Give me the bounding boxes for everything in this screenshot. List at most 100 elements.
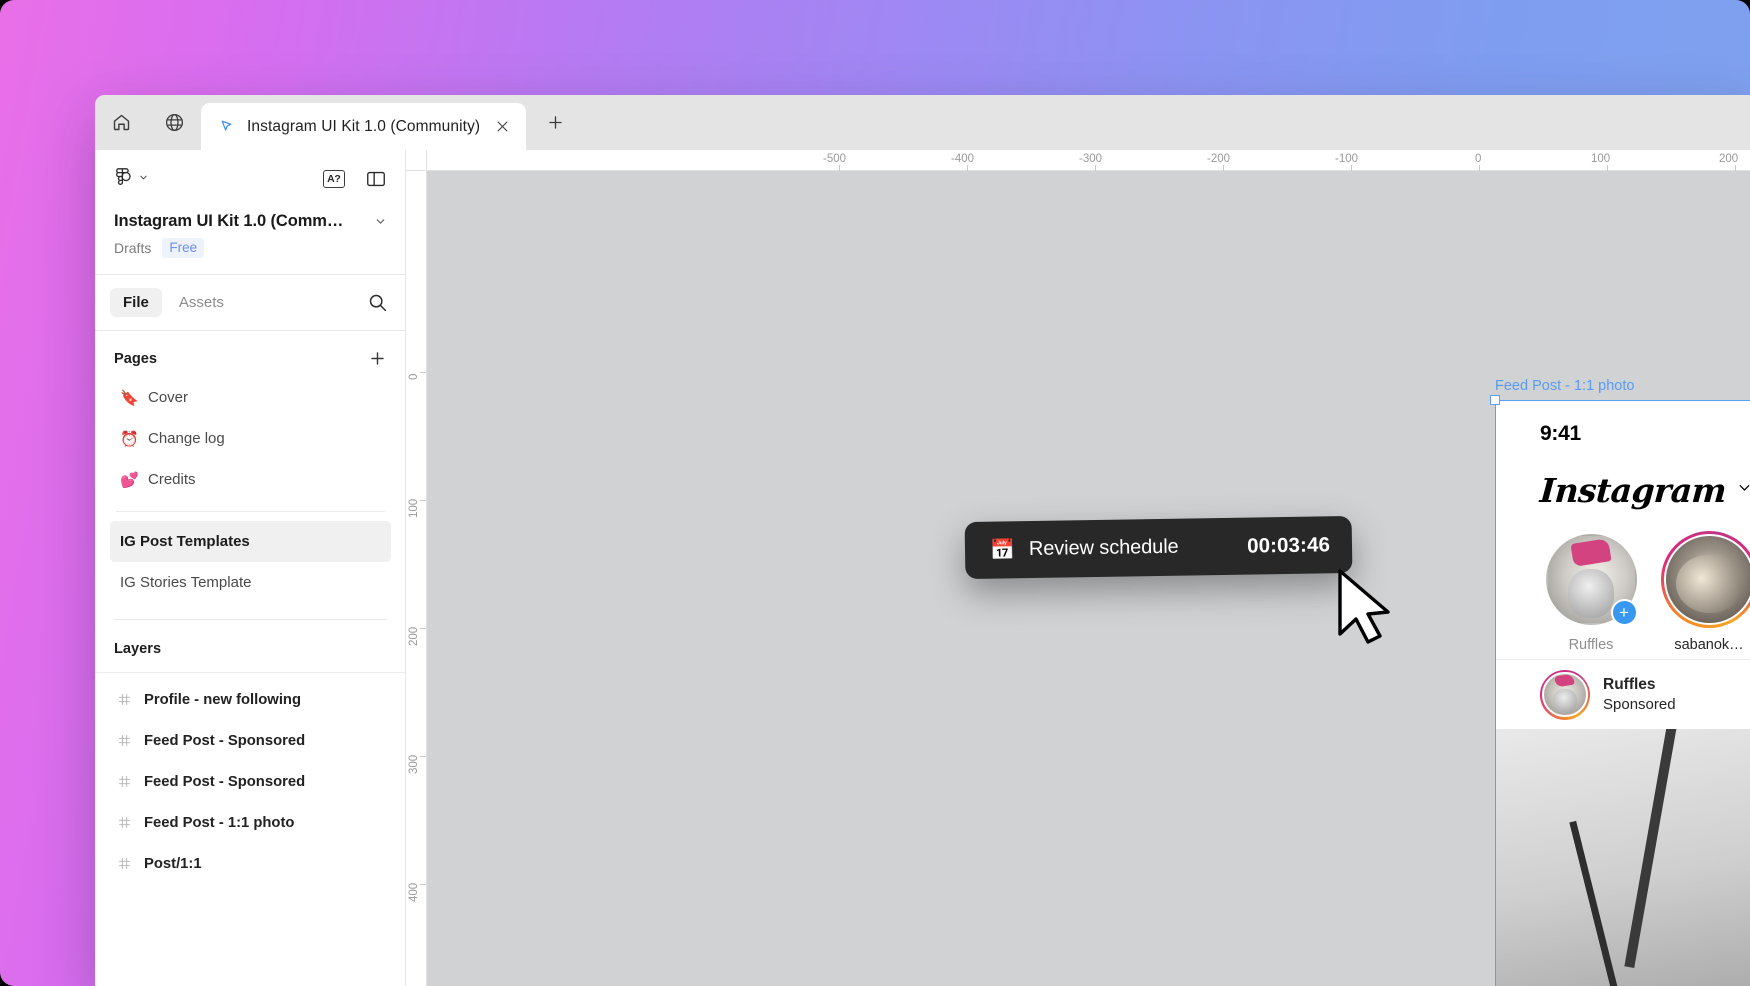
page-label: Credits — [148, 471, 196, 488]
post-subtitle: Sponsored — [1603, 696, 1676, 713]
ruler-tick — [420, 500, 426, 501]
toast-notification[interactable]: 📅 Review schedule 00:03:46 — [964, 515, 1353, 580]
browser-tab[interactable]: Instagram UI Kit 1.0 (Community) — [201, 103, 527, 150]
phone-status-bar: 9:41 — [1496, 401, 1750, 459]
figma-logo-icon — [114, 164, 131, 194]
page-item-cover[interactable]: 🔖 Cover — [110, 377, 391, 418]
page-label: Cover — [148, 389, 189, 406]
tab-assets[interactable]: Assets — [166, 288, 237, 317]
story-item[interactable]: sabanok… — [1658, 531, 1750, 653]
close-icon[interactable] — [491, 116, 513, 138]
page-item-ig-post-templates[interactable]: IG Post Templates — [110, 521, 391, 562]
ruler-tick-label: 100 — [408, 498, 420, 518]
sidebar-toolbar: A? — [95, 150, 405, 208]
layer-label: Feed Post - Sponsored — [144, 773, 306, 790]
ruler-tick-label: 200 — [1719, 153, 1739, 165]
chevron-down-icon[interactable] — [1736, 479, 1750, 501]
page-item-credits[interactable]: 💕 Credits — [110, 459, 391, 500]
layer-label: Feed Post - Sponsored — [144, 732, 306, 749]
status-time: 9:41 — [1540, 422, 1581, 445]
canvas[interactable]: Feed Post - 1:1 photo 9:41 Instagram + R… — [406, 150, 1750, 986]
ruler-tick — [1479, 165, 1480, 171]
story-item[interactable]: + Ruffles — [1540, 531, 1642, 653]
story-username: Ruffles — [1568, 637, 1614, 653]
horizontal-ruler[interactable]: -500-400-300-200-1000100200300 — [406, 150, 1750, 171]
pages-list: 🔖 Cover ⏰ Change log 💕 Credits IG Post T… — [110, 377, 391, 603]
plus-icon — [546, 113, 565, 137]
toast-label: Review schedule — [1028, 535, 1179, 561]
frame-icon — [118, 734, 131, 747]
alarm-clock-icon: ⏰ — [120, 430, 139, 448]
ruler-tick — [420, 884, 426, 885]
post-photo[interactable] — [1496, 729, 1750, 986]
layer-row[interactable]: Feed Post - Sponsored — [109, 761, 395, 802]
add-story-icon[interactable]: + — [1610, 599, 1638, 626]
ruler-tick — [839, 165, 840, 171]
tab-title: Instagram UI Kit 1.0 (Community) — [247, 117, 481, 135]
layer-label: Post/1:1 — [144, 855, 202, 872]
ruler-tick — [1095, 165, 1096, 171]
frame-icon — [118, 693, 131, 706]
ruler-tick — [420, 628, 426, 629]
hearts-icon: 💕 — [120, 471, 139, 489]
ruler-tick — [1607, 165, 1608, 171]
ruler-tick — [1351, 165, 1352, 171]
plus-icon[interactable] — [368, 349, 387, 368]
ruler-tick-label: 300 — [408, 754, 420, 774]
browser-window: Instagram UI Kit 1.0 (Community) A? Inst… — [95, 95, 1750, 986]
ruler-tick-label: 0 — [1475, 153, 1482, 165]
layers-list: Profile - new following Feed Post - Spon… — [95, 673, 405, 986]
ruler-tick-label: 0 — [408, 373, 420, 380]
selection-handle[interactable] — [1490, 395, 1500, 405]
layer-row[interactable]: Post/1:1 — [109, 843, 395, 884]
vertical-ruler[interactable]: 0 100 200 300 400 — [406, 150, 427, 986]
toast-timer: 00:03:46 — [1246, 532, 1331, 558]
layer-row[interactable]: Profile - new following — [109, 679, 395, 720]
layers-header: Layers — [95, 620, 405, 673]
file-info: Instagram UI Kit 1.0 (Comm… Drafts Free — [95, 208, 405, 274]
layer-row[interactable]: Feed Post - 1:1 photo — [109, 802, 395, 843]
photo-background — [1496, 729, 1750, 986]
feed-post-frame[interactable]: 9:41 Instagram + Ruffles sabanok… Ruffle… — [1495, 400, 1750, 986]
page-label: IG Post Templates — [120, 533, 250, 550]
layer-row[interactable]: Feed Post - Sponsored — [109, 720, 395, 761]
avatar[interactable] — [1540, 669, 1590, 720]
panel-layout-icon[interactable] — [365, 168, 387, 190]
story-ring: + — [1543, 531, 1640, 628]
help-badge[interactable]: A? — [322, 170, 345, 188]
page-label: IG Stories Template — [120, 574, 252, 591]
pages-section: Pages 🔖 Cover ⏰ Change log 💕 Credits IG … — [95, 331, 405, 620]
file-location[interactable]: Drafts — [114, 240, 151, 256]
ruler-tick — [420, 372, 426, 373]
globe-icon — [164, 112, 185, 133]
layer-label: Profile - new following — [144, 691, 302, 708]
ruler-tick-label: -400 — [951, 153, 975, 165]
pages-title: Pages — [114, 350, 157, 367]
calendar-icon: 📅 — [989, 538, 1016, 562]
ruler-tick — [420, 756, 426, 757]
mouse-cursor — [1336, 568, 1394, 651]
page-item-change-log[interactable]: ⏰ Change log — [110, 418, 391, 459]
ruler-tick — [1735, 165, 1736, 171]
search-icon[interactable] — [367, 292, 388, 313]
frame-label[interactable]: Feed Post - 1:1 photo — [1495, 378, 1634, 394]
story-ring — [1660, 531, 1750, 628]
browser-tab-strip: Instagram UI Kit 1.0 (Community) — [95, 95, 1750, 150]
post-username[interactable]: Ruffles — [1603, 676, 1676, 694]
ruler-tick — [967, 165, 968, 171]
ruler-tick-label: 400 — [408, 882, 420, 902]
globe-button[interactable] — [148, 95, 201, 150]
ruler-tick-label: -100 — [1335, 153, 1359, 165]
figma-menu-button[interactable] — [114, 164, 149, 194]
home-icon — [111, 112, 132, 133]
chevron-down-icon[interactable] — [374, 215, 387, 228]
tab-file[interactable]: File — [110, 288, 162, 317]
layers-title: Layers — [114, 641, 162, 657]
story-avatar — [1663, 534, 1750, 625]
instagram-header: Instagram — [1496, 459, 1750, 521]
stories-row[interactable]: + Ruffles sabanok… — [1496, 521, 1750, 659]
page-item-ig-stories-template[interactable]: IG Stories Template — [110, 562, 391, 603]
home-button[interactable] — [95, 95, 148, 150]
file-name: Instagram UI Kit 1.0 (Comm… — [114, 212, 344, 230]
new-tab-button[interactable] — [532, 102, 578, 148]
